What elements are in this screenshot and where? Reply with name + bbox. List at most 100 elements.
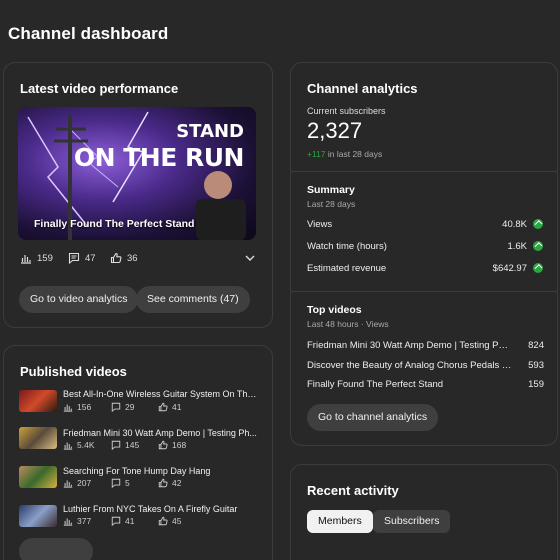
video-title[interactable]: Friedman Mini 30 Watt Amp Demo | Testing… — [63, 428, 259, 438]
video-views: 207 — [63, 478, 91, 488]
thumbs-up-icon — [158, 516, 168, 526]
top-video-views: 159 — [528, 379, 544, 390]
trend-up-icon — [533, 241, 543, 251]
latest-likes-stat: 36 — [110, 252, 138, 264]
video-analytics-button[interactable]: Go to video analytics — [19, 286, 139, 313]
tab-subscribers[interactable]: Subscribers — [373, 510, 451, 533]
top-video-title: Finally Found The Perfect Stand — [307, 379, 444, 390]
summary-row-label: Estimated revenue — [307, 263, 387, 274]
subscribers-period: in last 28 days — [327, 149, 383, 159]
video-comments: 145 — [111, 440, 139, 450]
video-views-value: 5.4K — [77, 440, 95, 450]
partial-button[interactable] — [19, 538, 93, 560]
video-thumbnail[interactable] — [19, 390, 57, 412]
top-videos-title: Top videos — [307, 304, 362, 316]
subscribers-change: +117 — [307, 149, 326, 159]
bar-chart-icon — [63, 404, 73, 412]
comment-icon — [111, 402, 121, 412]
video-thumbnail[interactable] — [19, 505, 57, 527]
subscribers-change-row: +117 in last 28 days — [307, 149, 382, 159]
chevron-down-icon[interactable] — [244, 252, 256, 264]
bar-chart-icon — [21, 255, 31, 264]
video-comments-value: 29 — [125, 402, 135, 412]
bar-chart-icon — [63, 480, 73, 488]
summary-row-watch-time[interactable]: Watch time (hours) 1.6K — [307, 241, 543, 252]
trend-up-icon — [533, 219, 543, 229]
video-thumbnail[interactable] — [19, 427, 57, 449]
video-comments: 41 — [111, 516, 134, 526]
video-likes: 45 — [158, 516, 181, 526]
video-likes: 42 — [158, 478, 181, 488]
top-video-title: Friedman Mini 30 Watt Amp Demo | Testing… — [307, 340, 512, 351]
video-title[interactable]: Best All-In-One Wireless Guitar System O… — [63, 389, 259, 399]
bar-chart-icon — [63, 518, 73, 526]
video-likes: 168 — [158, 440, 186, 450]
subscribers-value: 2,327 — [307, 118, 363, 143]
thumbnail-text-2: ON THE RUN — [73, 143, 245, 172]
comment-icon — [111, 478, 121, 488]
top-video-title: Discover the Beauty of Analog Chorus Ped… — [307, 360, 512, 371]
comment-icon — [111, 516, 121, 526]
channel-analytics-title: Channel analytics — [307, 81, 418, 96]
summary-title: Summary — [307, 184, 355, 196]
summary-row-label: Views — [307, 219, 333, 230]
video-comments: 29 — [111, 402, 134, 412]
latest-video-thumbnail[interactable]: STAND ON THE RUN Finally Found The Perfe… — [18, 107, 256, 240]
top-videos-period: Last 48 hours · Views — [307, 319, 389, 329]
thumbs-up-icon — [158, 402, 168, 412]
video-likes-value: 41 — [172, 402, 182, 412]
video-views: 156 — [63, 402, 91, 412]
thumbnail-text-1: STAND — [176, 121, 244, 142]
video-comments-value: 145 — [125, 440, 140, 450]
summary-row-label: Watch time (hours) — [307, 241, 387, 252]
summary-row-value: $642.97 — [492, 263, 527, 274]
divider — [291, 171, 557, 172]
summary-row-views[interactable]: Views 40.8K — [307, 219, 543, 230]
recent-activity-title: Recent activity — [307, 483, 399, 498]
video-comments: 5 — [111, 478, 130, 488]
video-comments-value: 41 — [125, 516, 135, 526]
latest-likes: 36 — [127, 252, 138, 264]
see-comments-button[interactable]: See comments (47) — [136, 286, 250, 313]
video-likes: 41 — [158, 402, 181, 412]
latest-video-caption: Finally Found The Perfect Stand — [34, 218, 195, 230]
video-title[interactable]: Luthier From NYC Takes On A Firefly Guit… — [63, 504, 259, 514]
published-videos-title: Published videos — [20, 364, 127, 379]
top-video-views: 824 — [528, 340, 544, 351]
comment-icon — [68, 252, 80, 264]
summary-period: Last 28 days — [307, 199, 356, 209]
top-video-row[interactable]: Discover the Beauty of Analog Chorus Ped… — [307, 360, 544, 374]
video-title[interactable]: Searching For Tone Hump Day Hang — [63, 466, 259, 476]
latest-comments: 47 — [85, 252, 96, 264]
page-title: Channel dashboard — [8, 24, 169, 43]
video-views-value: 207 — [77, 478, 92, 488]
latest-views-stat: 159 — [20, 252, 53, 264]
top-video-row[interactable]: Friedman Mini 30 Watt Amp Demo | Testing… — [307, 340, 544, 354]
video-views: 5.4K — [63, 440, 95, 450]
video-likes-value: 168 — [172, 440, 187, 450]
summary-row-value: 1.6K — [507, 241, 527, 252]
summary-row-revenue[interactable]: Estimated revenue $642.97 — [307, 263, 543, 274]
latest-views: 159 — [37, 252, 53, 264]
video-views-value: 156 — [77, 402, 92, 412]
video-likes-value: 45 — [172, 516, 182, 526]
published-videos-card: Published videos — [3, 345, 273, 560]
bar-chart-icon — [63, 442, 73, 450]
channel-analytics-card: Channel analytics Current subscribers 2,… — [290, 62, 558, 446]
video-thumbnail[interactable] — [19, 466, 57, 488]
video-views: 377 — [63, 516, 91, 526]
subscribers-label: Current subscribers — [307, 106, 386, 116]
top-video-views: 593 — [528, 360, 544, 371]
divider — [291, 291, 557, 292]
video-likes-value: 42 — [172, 478, 182, 488]
summary-row-value: 40.8K — [502, 219, 527, 230]
comment-icon — [111, 440, 121, 450]
thumbs-up-icon — [158, 440, 168, 450]
trend-up-icon — [533, 263, 543, 273]
latest-video-title: Latest video performance — [20, 81, 179, 96]
video-comments-value: 5 — [125, 478, 130, 488]
channel-analytics-button[interactable]: Go to channel analytics — [307, 404, 439, 431]
tab-members[interactable]: Members — [307, 510, 373, 533]
top-video-row[interactable]: Finally Found The Perfect Stand 159 — [307, 379, 544, 393]
video-views-value: 377 — [77, 516, 92, 526]
